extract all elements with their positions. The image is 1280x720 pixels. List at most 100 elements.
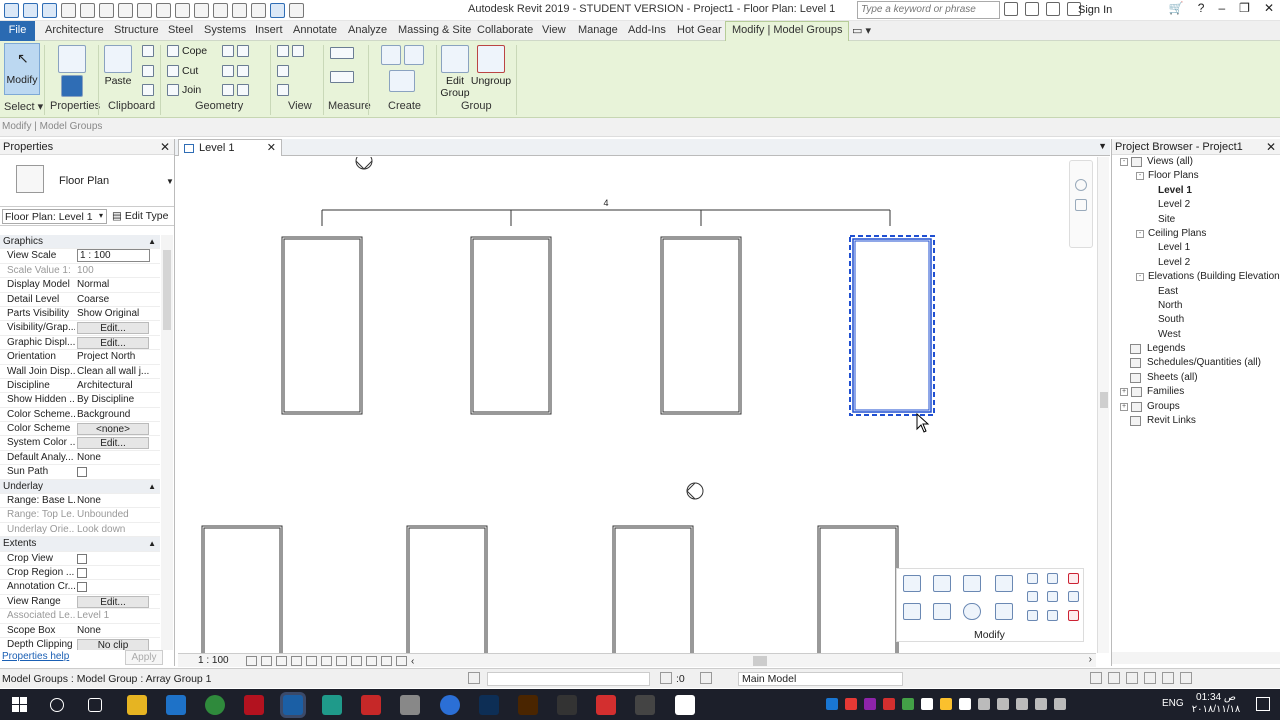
tab-manage[interactable]: Manage <box>578 21 618 41</box>
tab-modify-model-groups[interactable]: Modify | Model Groups <box>725 21 850 41</box>
property-value-cell[interactable]: Unbounded <box>75 508 160 521</box>
sync-icon[interactable] <box>61 3 76 18</box>
close-icon[interactable]: ✕ <box>267 141 276 154</box>
sign-in-link[interactable]: Sign In <box>1078 4 1112 16</box>
match-type-button[interactable] <box>142 84 154 96</box>
property-value-cell[interactable]: Edit... <box>75 336 160 349</box>
property-value-cell[interactable]: 100 <box>75 264 160 277</box>
property-edit-button[interactable]: Edit... <box>77 336 149 349</box>
apply-button[interactable]: Apply <box>125 650 163 665</box>
close-icon[interactable]: ✕ <box>160 140 170 154</box>
3d-view-icon[interactable] <box>213 3 228 18</box>
browser-tree-item[interactable]: - Floor Plans <box>1112 169 1280 183</box>
property-value-cell[interactable]: Project North <box>75 350 160 363</box>
property-value-cell[interactable]: None <box>75 624 160 637</box>
print-icon[interactable] <box>118 3 133 18</box>
property-checkbox[interactable] <box>77 567 87 578</box>
model-group-instance[interactable] <box>470 236 552 415</box>
clock[interactable]: 01:34 ص ٢٠١٨/١١/١٨ <box>1190 692 1242 716</box>
tray-app-icon[interactable] <box>902 698 914 710</box>
split-gap-icon[interactable] <box>1047 573 1058 584</box>
tab-insert[interactable]: Insert <box>255 21 283 41</box>
select-pinned-icon[interactable] <box>1126 672 1138 684</box>
collapse-toggle-icon[interactable]: - <box>1120 158 1128 166</box>
collapse-toggle-icon[interactable]: - <box>1136 273 1144 282</box>
align-icon[interactable] <box>903 575 921 592</box>
settings-app-icon[interactable] <box>400 695 420 715</box>
property-input[interactable]: 1 : 100 <box>77 249 150 263</box>
property-value-cell[interactable]: Look down <box>75 523 160 536</box>
editable-only-icon[interactable] <box>660 672 672 684</box>
scroll-thumb[interactable] <box>163 250 171 330</box>
browser-tree-item[interactable]: Legends <box>1112 342 1280 356</box>
property-value-cell[interactable] <box>75 580 160 593</box>
browser-tree-item[interactable]: Level 2 <box>1112 256 1280 270</box>
browser-tree-item[interactable]: Level 2 <box>1112 198 1280 212</box>
split-icon[interactable] <box>1027 573 1038 584</box>
browser-tree-item[interactable]: Schedules/Quantities (all) <box>1112 356 1280 370</box>
trim-icon[interactable] <box>1068 591 1079 602</box>
tab-file[interactable]: File <box>0 21 35 41</box>
wifi-icon[interactable] <box>1016 698 1028 710</box>
property-value-cell[interactable]: None <box>75 451 160 464</box>
select-by-face-icon[interactable] <box>1144 672 1156 684</box>
property-value-cell[interactable] <box>75 552 160 565</box>
view-tab-level-1[interactable]: Level 1 ✕ <box>178 139 282 156</box>
tray-app-icon[interactable] <box>940 698 952 710</box>
tray-app-icon[interactable] <box>845 698 857 710</box>
expand-toggle-icon[interactable]: + <box>1120 388 1128 397</box>
move-icon[interactable] <box>903 603 921 620</box>
notifications-icon[interactable] <box>1256 697 1270 711</box>
model-group-instance[interactable] <box>281 236 363 415</box>
expand-toggle-icon[interactable]: + <box>1120 402 1128 411</box>
property-value-cell[interactable]: <none> <box>75 422 160 436</box>
property-checkbox[interactable] <box>77 467 87 478</box>
section-icon[interactable] <box>232 3 247 18</box>
property-value-cell[interactable]: By Discipline <box>75 393 160 406</box>
design-option-selector[interactable]: Main Model <box>738 672 903 686</box>
property-value-cell[interactable]: Clean all wall j... <box>75 365 160 378</box>
mirror-draw-axis-icon[interactable] <box>995 575 1013 592</box>
tray-app-icon[interactable] <box>826 698 838 710</box>
select-underlay-icon[interactable] <box>1108 672 1120 684</box>
property-value-cell[interactable]: 1 : 100 <box>75 249 160 263</box>
property-value-cell[interactable]: Normal <box>75 278 160 291</box>
tag-icon[interactable] <box>175 3 190 18</box>
property-edit-button[interactable]: <none> <box>77 423 149 436</box>
scroll-thumb[interactable] <box>1100 392 1108 408</box>
analytical-model-icon[interactable] <box>366 656 377 666</box>
extend-single-icon[interactable] <box>1047 610 1058 621</box>
property-value-cell[interactable]: Coarse <box>75 293 160 306</box>
reveal-hidden-icon[interactable] <box>351 656 362 666</box>
illustrator-icon[interactable] <box>518 695 538 715</box>
copy-small-button[interactable] <box>142 65 154 77</box>
tab-annotate[interactable]: Annotate <box>293 21 337 41</box>
visual-style-icon[interactable] <box>261 656 272 666</box>
minimize-icon[interactable]: – <box>1218 1 1225 15</box>
star-icon[interactable] <box>1046 2 1060 16</box>
property-checkbox[interactable] <box>77 582 87 593</box>
property-edit-button[interactable]: Edit... <box>77 595 149 608</box>
browser-tree-item[interactable]: + Groups <box>1112 400 1280 414</box>
detail-level-icon[interactable] <box>246 656 257 666</box>
model-group-instance[interactable] <box>406 525 488 653</box>
tray-app-icon[interactable] <box>978 698 990 710</box>
autocad-icon[interactable] <box>244 695 264 715</box>
tray-app-icon[interactable] <box>921 698 933 710</box>
text-icon[interactable] <box>194 3 209 18</box>
collapse-toggle-icon[interactable]: - <box>1136 229 1144 238</box>
property-checkbox[interactable] <box>77 553 87 564</box>
crop-view-icon[interactable] <box>306 656 317 666</box>
property-value-cell[interactable]: None <box>75 494 160 507</box>
selected-model-group[interactable] <box>849 235 935 416</box>
subscription-icon[interactable] <box>1025 2 1039 16</box>
browser-tree-item[interactable]: Site <box>1112 213 1280 227</box>
binoculars-icon[interactable] <box>1004 2 1018 16</box>
join-button[interactable]: Join <box>167 84 201 96</box>
tab-steel[interactable]: Steel <box>168 21 193 41</box>
offset-icon[interactable] <box>933 575 951 592</box>
save-icon[interactable] <box>42 3 57 18</box>
chevron-left-icon[interactable]: ‹ <box>411 656 422 667</box>
browser-tree-item[interactable]: - Views (all) <box>1112 155 1280 169</box>
property-section[interactable]: Graphics ▲ <box>0 235 160 250</box>
